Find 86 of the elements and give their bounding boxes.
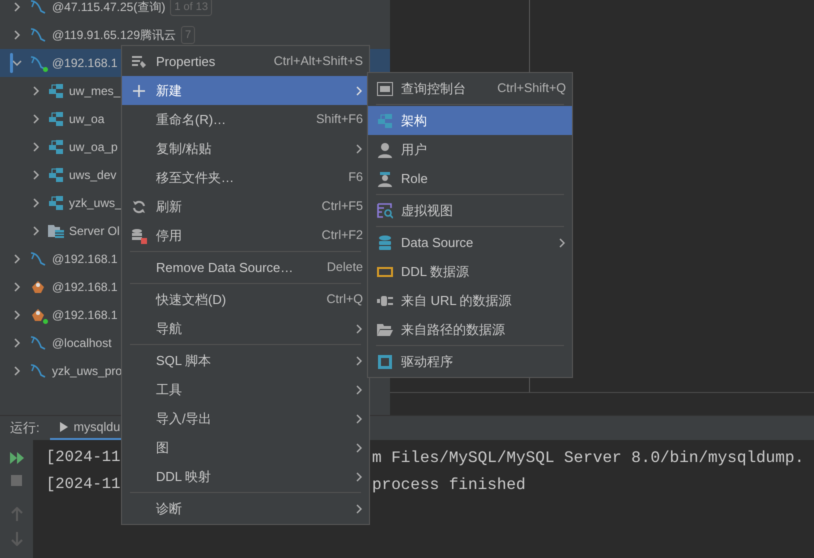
tree-item-label[interactable]: @47.115.47.25(查询) — [52, 0, 166, 16]
menu-item[interactable]: Role — [368, 164, 572, 193]
folder-table-icon — [48, 224, 64, 238]
chevron-right-icon[interactable] — [12, 366, 22, 376]
console-line: process finished — [372, 475, 526, 496]
figure-icon — [29, 307, 47, 323]
schema-icon — [48, 140, 64, 154]
console-line: [2024-11 — [46, 447, 120, 468]
user-cap-icon — [376, 170, 392, 186]
schema-icon — [48, 112, 64, 126]
figure-icon — [29, 279, 47, 295]
menu-item[interactable]: 停用 Ctrl+F2 — [122, 221, 369, 250]
chevron-right-icon[interactable] — [31, 86, 41, 96]
database-icon — [131, 228, 147, 244]
menu-item[interactable]: 工具 — [122, 375, 369, 404]
dolphin-icon — [29, 335, 47, 351]
magnifier-table-icon — [376, 202, 392, 218]
chip-icon — [376, 354, 392, 370]
chevron-right-icon[interactable] — [12, 338, 22, 348]
tree-item-label[interactable]: yzk_uws_pro — [52, 362, 122, 380]
play-icon — [60, 422, 68, 432]
menu-item[interactable]: 来自 URL 的数据源 — [368, 286, 572, 315]
database-icon — [378, 234, 392, 250]
schema-icon — [376, 114, 392, 128]
menu-item[interactable]: SQL 脚本 — [122, 346, 369, 375]
tree-item-label[interactable]: uw_oa_p — [69, 138, 118, 156]
menu-item[interactable]: 新建 — [122, 76, 369, 105]
chevron-down-icon[interactable] — [12, 58, 22, 68]
schema-icon — [48, 168, 64, 182]
user-icon — [376, 142, 392, 158]
run-label: 运行: — [10, 419, 40, 438]
schema-icon — [48, 196, 64, 210]
dolphin-icon — [29, 27, 47, 43]
chevron-right-icon[interactable] — [31, 170, 41, 180]
refresh-icon — [132, 200, 146, 214]
plug-icon — [376, 294, 392, 306]
tree-item-label[interactable]: yzk_uws_ — [69, 194, 122, 212]
tree-item-label[interactable]: @119.91.65.129腾讯云 — [52, 26, 176, 44]
menu-item[interactable]: 查询控制台 Ctrl+Shift+Q — [368, 74, 572, 103]
chevron-right-icon[interactable] — [12, 310, 22, 320]
menu-item[interactable]: Properties Ctrl+Alt+Shift+S — [122, 47, 369, 76]
dolphin-icon — [29, 0, 47, 15]
chevron-right-icon[interactable] — [31, 226, 41, 236]
tree-item-label[interactable]: @192.168.1 — [52, 250, 118, 268]
tree-item-label[interactable]: Server Ol — [69, 222, 120, 240]
chevron-right-icon[interactable] — [31, 142, 41, 152]
tree-item-label[interactable]: @192.168.1 — [52, 54, 118, 72]
chevron-right-icon[interactable] — [31, 198, 41, 208]
chevron-right-icon[interactable] — [12, 254, 22, 264]
menu-item[interactable]: 复制/粘贴 — [122, 134, 369, 163]
tree-item-label[interactable]: @localhost — [52, 334, 112, 352]
menu-item[interactable]: 虚拟视图 — [368, 196, 572, 225]
console-icon — [376, 82, 392, 96]
menu-item[interactable]: Data Source — [368, 228, 572, 257]
folder-icon — [376, 323, 392, 336]
menu-item[interactable]: 快速文档(D) Ctrl+Q — [122, 285, 369, 314]
chevron-right-icon[interactable] — [12, 30, 22, 40]
chevron-right-icon[interactable] — [12, 282, 22, 292]
menu-item[interactable]: 架构 — [368, 106, 572, 135]
menu-item[interactable]: 刷新 Ctrl+F5 — [122, 192, 369, 221]
console-line: m Files/MySQL/MySQL Server 8.0/bin/mysqldump. — [372, 448, 804, 469]
tree-item-label[interactable]: @192.168.1 — [52, 278, 118, 296]
chevron-right-icon[interactable] — [31, 114, 41, 124]
tree-item-label[interactable]: uws_dev — [69, 166, 116, 184]
sliders-icon — [131, 54, 147, 68]
menu-item[interactable]: 重命名(R)… Shift+F6 — [122, 105, 369, 134]
menu-item[interactable]: 用户 — [368, 135, 572, 164]
plus-icon — [133, 84, 145, 96]
schema-icon — [48, 84, 64, 98]
tree-item-label[interactable]: uw_mes_ — [69, 82, 120, 100]
tree-item-label[interactable]: @192.168.1 — [52, 306, 118, 324]
menu-item[interactable]: 驱动程序 — [368, 347, 572, 376]
menu-item[interactable]: Remove Data Source… Delete — [122, 253, 369, 282]
console-line: [2024-11 — [46, 474, 120, 495]
menu-item[interactable]: 移至文件夹… F6 — [122, 163, 369, 192]
menu-item[interactable]: DDL 映射 — [122, 462, 369, 491]
menu-item[interactable]: 来自路径的数据源 — [368, 315, 572, 344]
dolphin-icon — [29, 251, 47, 267]
menu-item[interactable]: 导航 — [122, 314, 369, 343]
menu-item[interactable]: 诊断 — [122, 494, 369, 523]
menu-item[interactable]: DDL 数据源 — [368, 257, 572, 286]
chevron-right-icon[interactable] — [12, 2, 22, 12]
rerun-icon[interactable] — [10, 452, 24, 464]
tree-item-label[interactable]: uw_oa — [69, 110, 104, 128]
dolphin-icon — [29, 363, 47, 379]
ddl-file-icon — [376, 266, 392, 278]
